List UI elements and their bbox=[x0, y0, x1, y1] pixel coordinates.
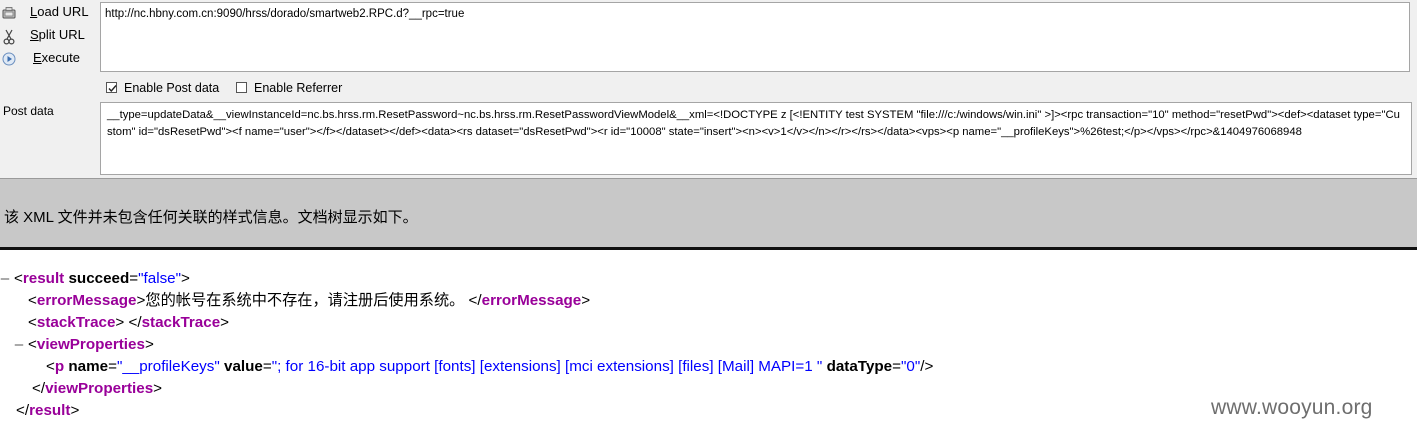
request-panel: Load URL Split URL Execute http://nc.hbn… bbox=[0, 0, 1417, 178]
checkbox-checked-icon bbox=[106, 82, 117, 93]
scissors-icon bbox=[2, 29, 15, 45]
xml-attr-value: "false" bbox=[138, 270, 182, 287]
xml-attr-name: succeed bbox=[68, 270, 130, 287]
split-url-label: Split URL bbox=[30, 27, 85, 42]
xml-attr-name: name bbox=[68, 358, 109, 375]
xml-info-bar: 该 XML 文件并未包含任何关联的样式信息。文档树显示如下。 bbox=[0, 178, 1417, 247]
post-data-input[interactable]: __type=updateData&__viewInstanceId=nc.bs… bbox=[100, 102, 1412, 175]
play-icon bbox=[2, 52, 16, 66]
xml-tag: stackTrace bbox=[36, 314, 116, 331]
xml-tag: errorMessage bbox=[481, 292, 582, 309]
xml-tag: viewProperties bbox=[45, 380, 154, 397]
enable-referrer-label: Enable Referrer bbox=[254, 81, 343, 95]
watermark: www.wooyun.org bbox=[1211, 396, 1373, 419]
divider bbox=[0, 247, 1417, 250]
xml-attr-name: dataType bbox=[826, 358, 893, 375]
xml-tag: p bbox=[54, 358, 65, 375]
xml-tag: stackTrace bbox=[141, 314, 221, 331]
xml-text: 您的帐号在系统中不存在，请注册后使用系统。 bbox=[145, 292, 465, 309]
execute-label: Execute bbox=[33, 50, 80, 65]
xml-line-result-close: </result> bbox=[16, 402, 80, 419]
xml-line-error-message: <errorMessage>您的帐号在系统中不存在，请注册后使用系统。 </er… bbox=[28, 292, 591, 309]
checkbox-unchecked-icon bbox=[236, 82, 247, 93]
xml-tag: errorMessage bbox=[36, 292, 137, 309]
enable-post-label: Enable Post data bbox=[124, 81, 220, 95]
xml-attr-value: "__profileKeys" bbox=[116, 358, 220, 375]
xml-line-stack-trace: <stackTrace> </stackTrace> bbox=[28, 314, 230, 331]
xml-line-p: <p name="__profileKeys" value="; for 16-… bbox=[46, 358, 934, 375]
xml-tag: result bbox=[22, 270, 65, 287]
xml-info-message: 该 XML 文件并未包含任何关联的样式信息。文档树显示如下。 bbox=[4, 209, 418, 226]
xml-attr-name: value bbox=[224, 358, 263, 375]
post-data-label: Post data bbox=[3, 104, 54, 118]
split-url-button[interactable]: Split URL bbox=[0, 25, 96, 47]
xml-attr-value: "; for 16-bit app support [fonts] [exten… bbox=[271, 358, 823, 375]
xml-attr-value: "0" bbox=[901, 358, 921, 375]
collapse-toggle-icon[interactable]: – bbox=[0, 268, 10, 290]
xml-tag: result bbox=[29, 402, 71, 419]
execute-button[interactable]: Execute bbox=[0, 48, 96, 70]
load-url-button[interactable]: Load URL bbox=[0, 2, 96, 24]
collapse-toggle-icon[interactable]: – bbox=[14, 334, 24, 356]
load-url-icon bbox=[2, 6, 16, 19]
url-input[interactable]: http://nc.hbny.com.cn:9090/hrss/dorado/s… bbox=[100, 2, 1410, 72]
xml-line-view-properties-close: </viewProperties> bbox=[32, 380, 163, 397]
load-url-label: Load URL bbox=[30, 4, 89, 19]
xml-tag: viewProperties bbox=[36, 336, 145, 353]
